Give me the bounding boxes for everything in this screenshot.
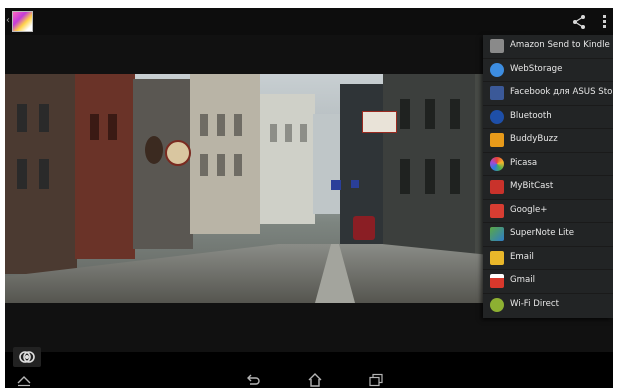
share-item-google-plus[interactable]: Google+ <box>483 200 613 223</box>
kindle-icon <box>490 39 504 53</box>
gmail-icon <box>490 274 504 288</box>
picasa-icon <box>490 156 504 171</box>
photo-effects-button[interactable] <box>13 347 41 367</box>
share-item-label: WebStorage <box>510 63 563 74</box>
email-icon <box>490 250 504 265</box>
share-item-amazon-kindle[interactable]: Amazon Send to Kindle <box>483 35 613 59</box>
share-item-label: SuperNote Lite <box>510 228 575 238</box>
share-icon <box>573 15 585 29</box>
googleplus-icon <box>490 203 504 218</box>
share-item-buddybuzz[interactable]: BuddyBuzz <box>483 129 613 153</box>
recent-apps-icon[interactable] <box>368 373 384 387</box>
share-item-label: Gmail <box>510 275 536 285</box>
share-item-bluetooth[interactable]: Bluetooth <box>483 106 613 129</box>
share-item-label: Amazon Send to Kindle <box>510 40 610 50</box>
collapse-icon[interactable] <box>16 373 32 387</box>
buddybuzz-icon <box>490 133 504 147</box>
system-navigation-bar <box>5 372 613 388</box>
share-item-label: Picasa <box>510 157 538 168</box>
action-bar: ‹ <box>5 8 613 35</box>
share-item-wifi-direct[interactable]: Wi-Fi Direct <box>483 294 613 318</box>
share-item-gmail[interactable]: Gmail <box>483 270 613 294</box>
back-icon[interactable] <box>245 373 261 387</box>
bluetooth-icon <box>490 109 504 124</box>
share-button[interactable] <box>569 12 589 32</box>
share-item-mybitcast[interactable]: MyBitCast <box>483 176 613 200</box>
gallery-screen: ‹ Amazon Send to Kindle WebStorage Faceb… <box>5 8 613 388</box>
share-item-email[interactable]: Email <box>483 247 613 270</box>
share-item-supernote[interactable]: SuperNote Lite <box>483 223 613 247</box>
share-item-label: Bluetooth <box>510 110 552 121</box>
share-item-facebook[interactable]: Facebook для ASUS Story <box>483 82 613 106</box>
mybitcast-icon <box>490 180 504 194</box>
share-item-label: Email <box>510 251 534 262</box>
share-menu: Amazon Send to Kindle WebStorage Faceboo… <box>483 35 613 318</box>
gallery-app-icon[interactable] <box>12 11 33 32</box>
facebook-icon <box>490 86 504 100</box>
webstorage-icon <box>490 62 504 77</box>
share-item-label: MyBitCast <box>510 181 554 191</box>
share-item-label: Facebook для ASUS Story <box>510 87 613 97</box>
share-item-label: BuddyBuzz <box>510 134 558 144</box>
share-item-label: Wi-Fi Direct <box>510 298 559 309</box>
supernote-icon <box>490 227 504 241</box>
overflow-menu-button[interactable] <box>599 13 609 31</box>
share-item-webstorage[interactable]: WebStorage <box>483 59 613 82</box>
effects-icon <box>19 351 35 363</box>
home-icon[interactable] <box>307 373 323 387</box>
wifi-direct-icon <box>490 297 504 312</box>
share-item-picasa[interactable]: Picasa <box>483 153 613 176</box>
share-item-label: Google+ <box>510 204 548 215</box>
